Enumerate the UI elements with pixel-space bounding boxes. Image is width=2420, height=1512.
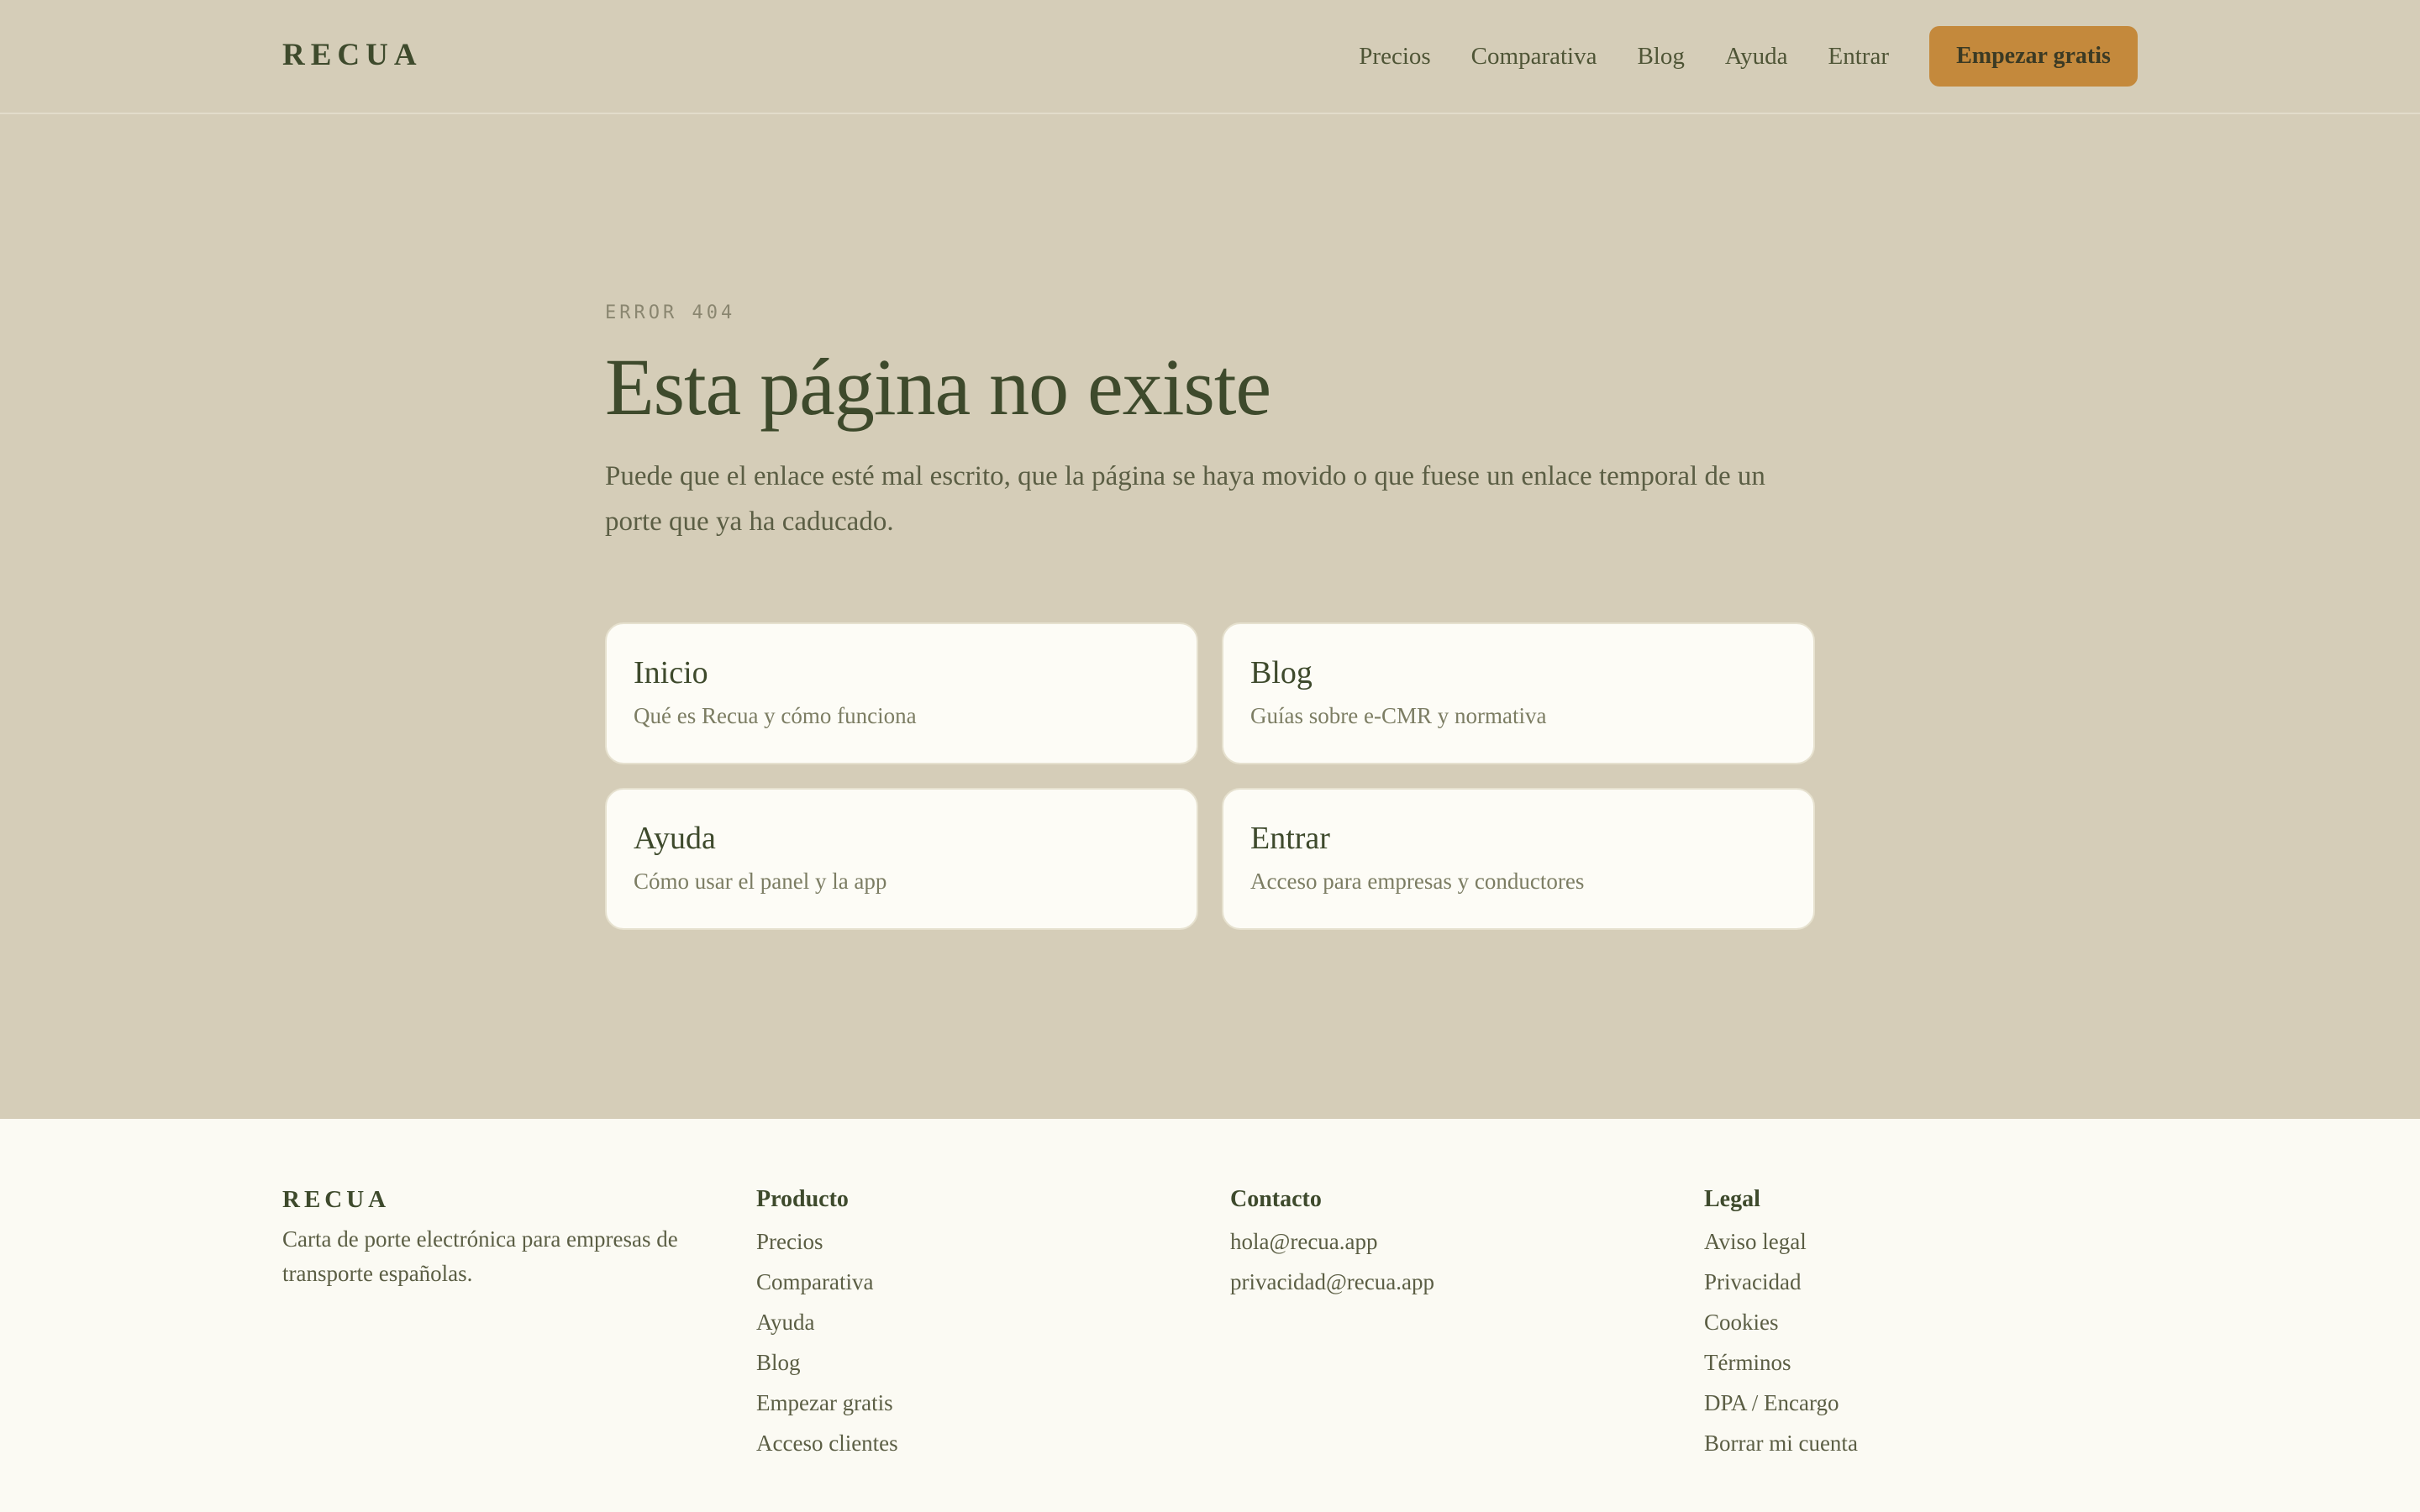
footer-link-aviso-legal[interactable]: Aviso legal xyxy=(1704,1221,1858,1262)
site-header: RECUA Precios Comparativa Blog Ayuda Ent… xyxy=(0,0,2420,114)
footer-link-privacidad[interactable]: Privacidad xyxy=(1704,1262,1858,1302)
card-inicio[interactable]: Inicio Qué es Recua y cómo funciona xyxy=(605,622,1198,764)
footer-contacto: Contacto hola@recua.app privacidad@recua… xyxy=(1230,1186,1434,1302)
footer-link-comparativa[interactable]: Comparativa xyxy=(756,1262,898,1302)
footer-logo[interactable]: RECUA xyxy=(282,1186,702,1214)
footer-heading: Producto xyxy=(756,1186,849,1212)
main-nav: Precios Comparativa Blog Ayuda Entrar Em… xyxy=(1359,26,2138,87)
footer-producto: Producto Precios Comparativa Ayuda Blog … xyxy=(756,1186,898,1463)
card-description: Acceso para empresas y conductores xyxy=(1250,869,1585,894)
footer-link-dpa[interactable]: DPA / Encargo xyxy=(1704,1383,1858,1423)
nav-link-blog[interactable]: Blog xyxy=(1637,43,1684,71)
site-footer: RECUA Carta de porte electrónica para em… xyxy=(0,1119,2420,1512)
card-description: Guías sobre e-CMR y normativa xyxy=(1250,703,1547,728)
footer-link-acceso-clientes[interactable]: Acceso clientes xyxy=(756,1423,898,1463)
error-description: Puede que el enlace esté mal escrito, qu… xyxy=(605,460,1765,537)
logo[interactable]: RECUA xyxy=(282,37,423,73)
start-free-button[interactable]: Empezar gratis xyxy=(1929,26,2138,87)
footer-link-borrar-cuenta[interactable]: Borrar mi cuenta xyxy=(1704,1423,1858,1463)
card-ayuda[interactable]: Ayuda Cómo usar el panel y la app xyxy=(605,788,1198,930)
page-title: Esta página no existe xyxy=(605,342,1271,432)
footer-link-ayuda[interactable]: Ayuda xyxy=(756,1302,898,1342)
footer-link-terminos[interactable]: Términos xyxy=(1704,1342,1858,1383)
link-cards: Inicio Qué es Recua y cómo funciona Blog… xyxy=(605,622,1815,930)
footer-link-precios[interactable]: Precios xyxy=(756,1221,898,1262)
footer-tagline: Carta de porte electrónica para empresas… xyxy=(282,1226,678,1286)
nav-link-comparativa[interactable]: Comparativa xyxy=(1471,43,1597,71)
error-code: ERROR 404 xyxy=(605,302,736,323)
footer-link-empezar-gratis[interactable]: Empezar gratis xyxy=(756,1383,898,1423)
card-title: Ayuda xyxy=(634,821,716,856)
nav-link-entrar[interactable]: Entrar xyxy=(1828,43,1889,71)
card-description: Qué es Recua y cómo funciona xyxy=(634,703,917,728)
footer-heading: Legal xyxy=(1704,1186,1760,1212)
card-entrar[interactable]: Entrar Acceso para empresas y conductore… xyxy=(1222,788,1815,930)
footer-brand: RECUA Carta de porte electrónica para em… xyxy=(282,1186,702,1291)
card-description: Cómo usar el panel y la app xyxy=(634,869,887,894)
nav-link-ayuda[interactable]: Ayuda xyxy=(1725,43,1788,71)
footer-link-privacidad-email[interactable]: privacidad@recua.app xyxy=(1230,1262,1434,1302)
nav-link-precios[interactable]: Precios xyxy=(1359,43,1430,71)
footer-legal: Legal Aviso legal Privacidad Cookies Tér… xyxy=(1704,1186,1858,1463)
footer-link-blog[interactable]: Blog xyxy=(756,1342,898,1383)
card-title: Inicio xyxy=(634,655,708,690)
card-title: Entrar xyxy=(1250,821,1330,856)
card-title: Blog xyxy=(1250,655,1313,690)
footer-link-hola-email[interactable]: hola@recua.app xyxy=(1230,1221,1434,1262)
footer-link-cookies[interactable]: Cookies xyxy=(1704,1302,1858,1342)
error-content: ERROR 404 Esta página no existe Puede qu… xyxy=(605,302,1815,544)
footer-heading: Contacto xyxy=(1230,1186,1322,1212)
card-blog[interactable]: Blog Guías sobre e-CMR y normativa xyxy=(1222,622,1815,764)
